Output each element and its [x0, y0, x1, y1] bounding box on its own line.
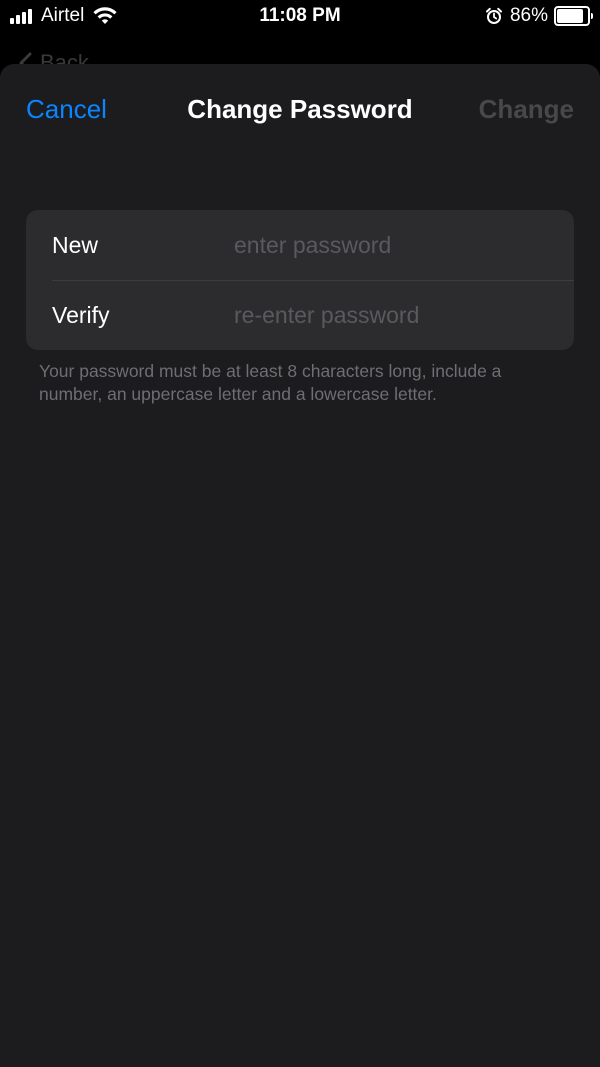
status-bar: Airtel 11:08 PM 86%	[0, 0, 600, 34]
battery-percent: 86%	[509, 5, 548, 26]
new-password-row: New	[26, 210, 574, 280]
password-form: New Verify	[26, 210, 574, 350]
status-right: 86%	[485, 5, 593, 27]
verify-password-label: Verify	[52, 301, 110, 328]
alarm-icon	[485, 7, 502, 24]
verify-password-row: Verify	[26, 280, 574, 350]
battery-level	[557, 9, 583, 23]
change-password-sheet: Cancel Change Password Change New Verify…	[0, 64, 600, 1067]
new-password-input[interactable]	[234, 225, 554, 265]
screen: Airtel 11:08 PM 86% Back Cancel Change P…	[0, 0, 600, 1067]
new-password-label: New	[52, 231, 99, 258]
change-button[interactable]: Change	[479, 94, 574, 125]
password-requirements-note: Your password must be at least 8 charact…	[39, 361, 502, 404]
nav-bar: Cancel Change Password Change	[0, 64, 600, 154]
battery-icon	[554, 6, 593, 26]
verify-password-input[interactable]	[234, 295, 554, 335]
